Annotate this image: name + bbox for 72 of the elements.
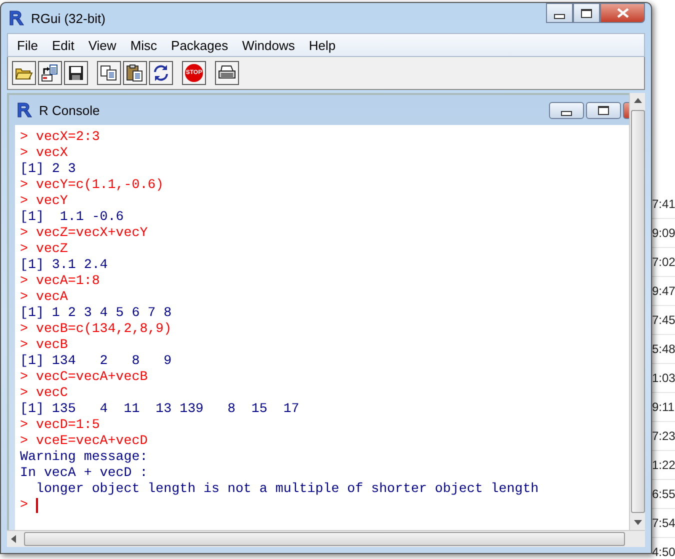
time-text: 6:55	[652, 487, 675, 501]
console-command: > vecY	[20, 193, 68, 209]
copy-icon	[100, 65, 118, 81]
console-output: [1] 135 4 11 13 139 8 15 17	[20, 401, 300, 417]
r-logo-icon	[15, 101, 33, 119]
console-output: [1] 1 2 3 4 5 6 7 8	[20, 305, 172, 321]
menu-item[interactable]: File	[10, 38, 45, 52]
close-icon	[616, 8, 628, 18]
up-arrow-icon	[634, 98, 642, 103]
console-output: In vecA + vecD :	[20, 465, 148, 481]
time-text: 7:02	[652, 255, 675, 269]
console-output: [1] 134 2 8 9	[20, 353, 172, 369]
clipboard-icon	[126, 64, 144, 82]
console-command: > vecA	[20, 289, 68, 305]
time-text: 7:54	[652, 516, 675, 530]
window-title: RGui (32-bit)	[31, 10, 106, 26]
refresh-button[interactable]	[149, 61, 173, 85]
load-button[interactable]	[38, 61, 62, 85]
copy-button[interactable]	[97, 61, 121, 85]
console-title: R Console	[39, 102, 100, 118]
document-arrow-icon	[41, 64, 59, 82]
maximize-button[interactable]	[586, 102, 621, 118]
menu-item[interactable]: Packages	[164, 38, 236, 52]
printer-icon	[218, 65, 236, 81]
time-text: 4:50	[652, 545, 675, 559]
console-command: > vecZ	[20, 241, 68, 257]
time-text: 1:03	[652, 371, 675, 385]
time-text: 1:22	[652, 458, 675, 472]
time-text: 9:47	[652, 284, 675, 298]
console-command: > vecX	[20, 145, 68, 161]
menu-item[interactable]: View	[81, 38, 124, 52]
minimize-button[interactable]	[549, 102, 584, 118]
console-output: [1] 1.1 -0.6	[20, 209, 124, 225]
r-logo-icon	[7, 9, 25, 27]
menu-item[interactable]: Edit	[44, 38, 82, 52]
time-text: 9:09	[652, 226, 675, 240]
left-arrow-icon	[11, 535, 16, 543]
console-prompt: >	[20, 497, 28, 513]
console-command: > vecB	[20, 337, 68, 353]
console-output: [1] 2 3	[20, 161, 76, 177]
paste-button[interactable]	[123, 61, 147, 85]
console-command: > vecB=c(134,2,8,9)	[20, 321, 172, 337]
minimize-button[interactable]	[546, 3, 573, 23]
console-command: > vecX=2:3	[20, 129, 100, 145]
console-output: [1] 3.1 2.4	[20, 257, 108, 273]
save-button[interactable]	[64, 61, 88, 85]
menu-item[interactable]: Misc	[123, 38, 164, 52]
close-button[interactable]	[600, 3, 645, 23]
console-output: longer object length is not a multiple of shorter object length	[34, 481, 539, 497]
console-command: > vecD=1:5	[20, 417, 100, 433]
console-command: > vecC	[20, 385, 68, 401]
down-arrow-icon	[634, 520, 642, 525]
time-text: 7:41	[652, 197, 675, 211]
text-cursor	[36, 498, 38, 512]
open-button[interactable]	[12, 61, 36, 85]
print-button[interactable]	[215, 61, 239, 85]
console-command: > vecA=1:8	[20, 273, 100, 289]
menu-item[interactable]: Help	[302, 38, 343, 52]
console-command: > vceE=vecA+vecD	[20, 433, 148, 449]
time-text: 7:45	[652, 313, 675, 327]
console-command: > vecZ=vecX+vecY	[20, 225, 148, 241]
menu-item[interactable]: Windows	[235, 38, 302, 52]
time-text: 9:11	[652, 400, 674, 414]
console-command: > vecY=c(1.1,-0.6)	[20, 177, 164, 193]
refresh-icon	[152, 64, 170, 82]
time-text: 5:48	[652, 342, 675, 356]
time-text: 7:23	[652, 429, 675, 443]
console-output: Warning message:	[20, 449, 148, 465]
console-command: > vecC=vecA+vecB	[20, 369, 148, 385]
horizontal-scrollbar[interactable]	[7, 530, 645, 547]
maximize-button[interactable]	[573, 3, 600, 23]
vertical-scrollbar[interactable]	[629, 93, 645, 530]
